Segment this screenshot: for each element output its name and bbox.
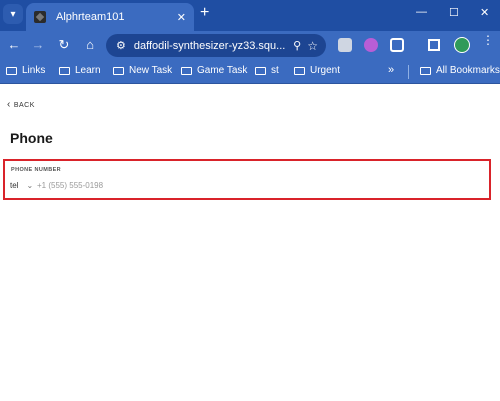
- bookmarks-bar: Links Learn New Task Game Task st Urgent…: [0, 60, 500, 84]
- back-arrow-icon[interactable]: ←: [6, 37, 22, 53]
- phone-number-input[interactable]: [37, 178, 237, 192]
- bookmark-star-icon[interactable]: ☆: [307, 39, 318, 53]
- bookmark-st[interactable]: st: [255, 65, 279, 76]
- back-label: BACK: [13, 101, 35, 109]
- phone-type-value: tel: [10, 181, 19, 190]
- new-tab-icon[interactable]: +: [200, 5, 209, 21]
- phone-type-select[interactable]: tel ⌄: [10, 181, 33, 190]
- bookmark-game-task[interactable]: Game Task: [181, 65, 247, 76]
- address-bar[interactable]: ⚙ daffodil-synthesizer-yz33.squ... ⚲ ☆: [106, 34, 326, 57]
- extensions-puzzle-icon[interactable]: [390, 38, 404, 52]
- menu-dots-icon[interactable]: ⋮: [482, 34, 494, 46]
- close-tab-icon[interactable]: ✕: [177, 11, 186, 24]
- browser-toolbar: ← → ↻ ⌂ ⚙ daffodil-synthesizer-yz33.squ.…: [0, 31, 500, 60]
- tab-search-dropdown-icon[interactable]: ▾: [3, 4, 23, 24]
- window-close-icon[interactable]: ✕: [480, 6, 489, 19]
- bookmark-label: Learn: [75, 65, 101, 76]
- bookmark-urgent[interactable]: Urgent: [294, 65, 340, 76]
- folder-icon: [294, 66, 305, 75]
- bookmark-label: Links: [22, 65, 46, 76]
- home-icon[interactable]: ⌂: [82, 37, 98, 53]
- folder-icon: [113, 66, 124, 75]
- minimize-icon[interactable]: —: [416, 6, 427, 18]
- extension-icon[interactable]: [364, 38, 378, 52]
- folder-icon: [255, 66, 266, 75]
- bookmark-label: st: [271, 65, 279, 76]
- bookmark-new-task[interactable]: New Task: [113, 65, 172, 76]
- tab-strip: ▾ Alphrteam101 ✕ + — ☐ ✕: [0, 0, 500, 31]
- extension-icon[interactable]: [338, 38, 352, 52]
- page-title: Phone: [10, 130, 53, 146]
- chevron-down-icon: ⌄: [26, 181, 34, 190]
- bookmark-learn[interactable]: Learn: [59, 65, 101, 76]
- bookmark-label: Game Task: [197, 65, 248, 76]
- folder-icon: [59, 66, 70, 75]
- bookmark-label: Urgent: [310, 65, 341, 76]
- phone-field-group: PHONE NUMBER tel ⌄: [3, 159, 491, 200]
- folder-icon: [181, 66, 192, 75]
- reload-icon[interactable]: ↻: [56, 37, 72, 53]
- tab-title: Alphrteam101: [56, 11, 125, 23]
- url-text[interactable]: daffodil-synthesizer-yz33.squ...: [134, 40, 293, 52]
- tab-favicon-icon: [34, 11, 46, 23]
- more-bookmarks-icon[interactable]: »: [388, 64, 394, 76]
- chevron-left-icon: ‹: [7, 99, 11, 110]
- folder-icon: [420, 66, 431, 75]
- bookmarks-divider: [408, 65, 409, 79]
- profile-avatar[interactable]: [454, 37, 470, 53]
- bookmark-links[interactable]: Links: [6, 65, 45, 76]
- site-settings-icon[interactable]: ⚙: [116, 39, 126, 52]
- maximize-icon[interactable]: ☐: [449, 6, 459, 19]
- zoom-icon[interactable]: ⚲: [293, 39, 301, 52]
- active-tab[interactable]: Alphrteam101 ✕: [26, 3, 194, 31]
- bookmark-label: New Task: [129, 65, 173, 76]
- folder-icon: [6, 66, 17, 75]
- bookmark-label: All Bookmarks: [436, 65, 500, 76]
- forward-arrow-icon[interactable]: →: [30, 37, 46, 53]
- phone-number-label: PHONE NUMBER: [11, 167, 62, 173]
- back-link[interactable]: ‹ BACK: [7, 99, 35, 110]
- side-panel-icon[interactable]: [428, 39, 440, 51]
- all-bookmarks[interactable]: All Bookmarks: [420, 65, 500, 76]
